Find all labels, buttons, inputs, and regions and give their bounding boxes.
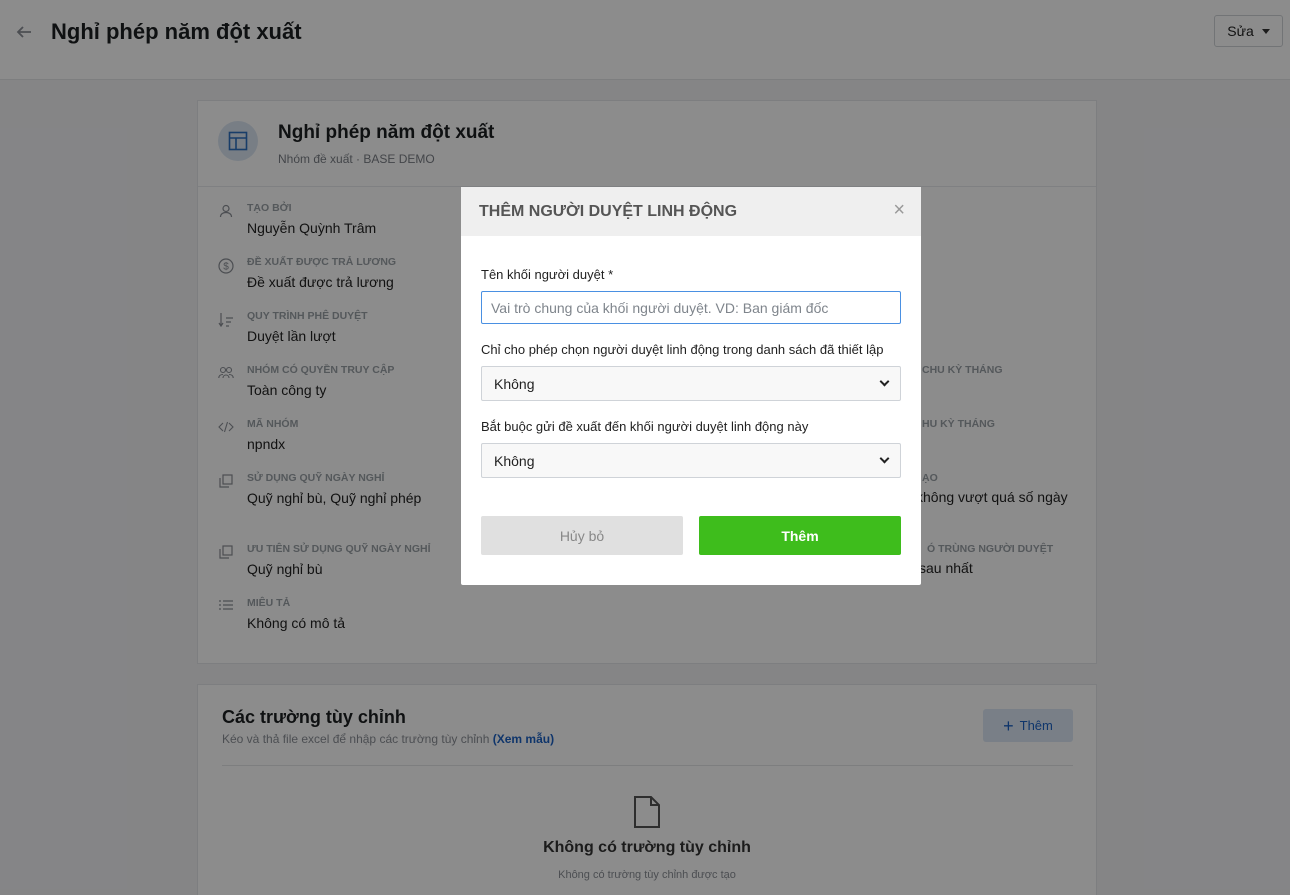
close-icon[interactable]: × — [893, 199, 905, 221]
restrict-list-label: Chỉ cho phép chọn người duyệt linh động … — [481, 342, 884, 357]
add-dynamic-approver-modal: THÊM NGƯỜI DUYỆT LINH ĐỘNG × Tên khối ng… — [461, 187, 921, 585]
chevron-down-icon — [879, 453, 890, 464]
modal-header: THÊM NGƯỜI DUYỆT LINH ĐỘNG × — [461, 187, 921, 236]
restrict-list-select[interactable]: Không — [481, 366, 901, 401]
required-send-label: Bắt buộc gửi đề xuất đến khối người duyệ… — [481, 419, 809, 434]
chevron-down-icon — [879, 376, 890, 387]
required-send-value: Không — [494, 452, 535, 469]
cancel-button[interactable]: Hủy bỏ — [481, 516, 683, 555]
approver-group-name-label: Tên khối người duyệt * — [481, 267, 614, 282]
modal-title: THÊM NGƯỜI DUYỆT LINH ĐỘNG — [479, 203, 738, 220]
submit-add-button[interactable]: Thêm — [699, 516, 901, 555]
restrict-list-value: Không — [494, 375, 535, 392]
required-send-select[interactable]: Không — [481, 443, 901, 478]
approver-group-name-input[interactable] — [481, 291, 901, 324]
